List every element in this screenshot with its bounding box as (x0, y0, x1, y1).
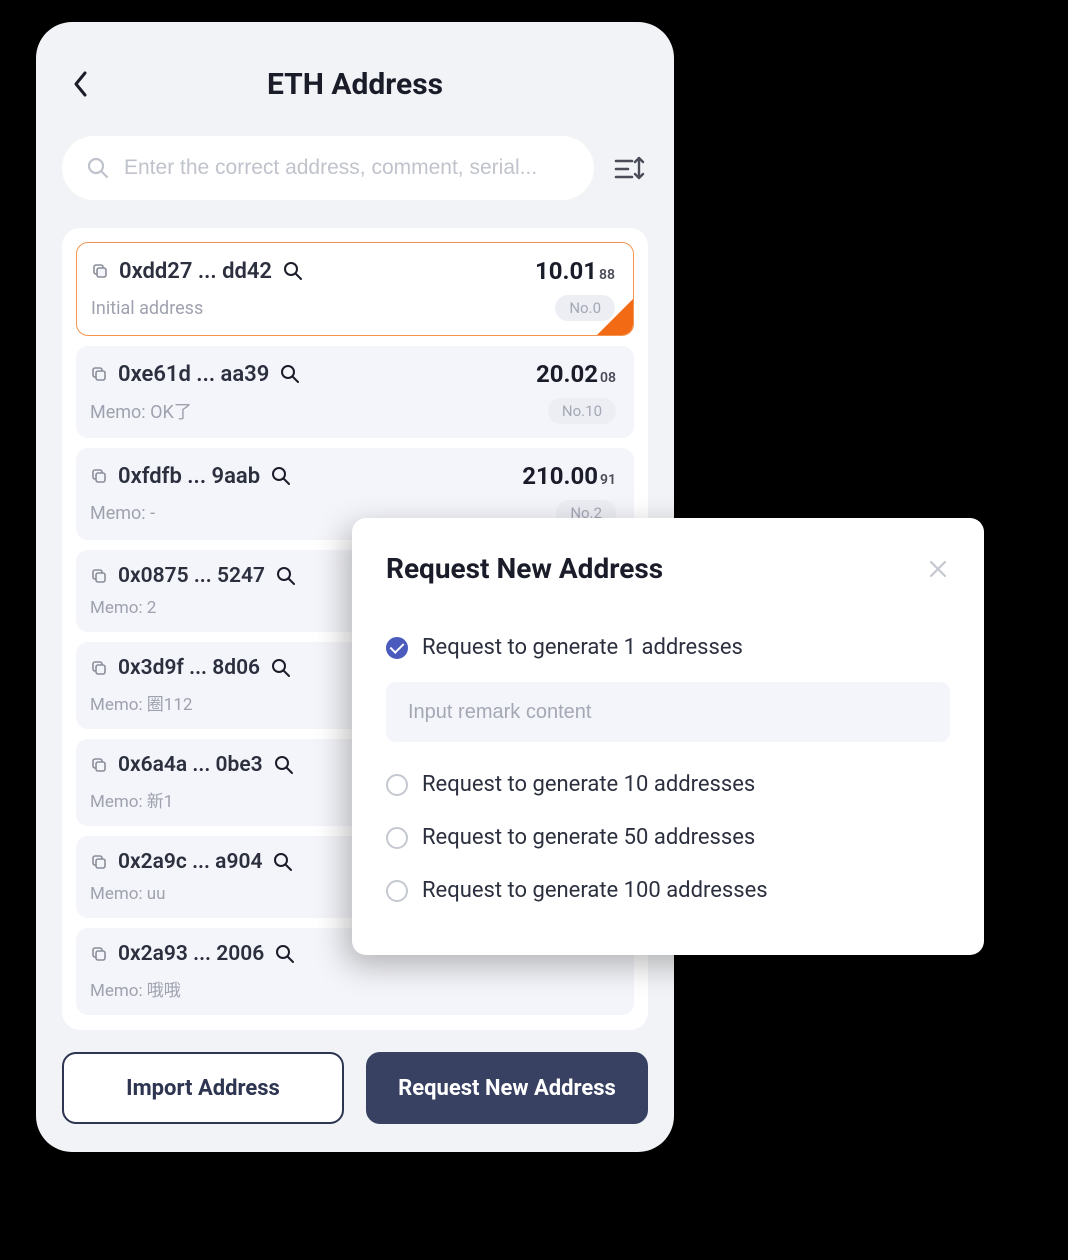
address-card[interactable]: 0xe61d ... aa39 20.0208 Memo: OK了 No.10 (76, 346, 634, 438)
memo-text: Memo: 圈112 (90, 690, 192, 715)
modal-title: Request New Address (386, 552, 663, 585)
chevron-left-icon (73, 71, 89, 97)
copy-icon[interactable] (90, 945, 108, 963)
magnify-icon[interactable] (270, 465, 292, 487)
copy-icon[interactable] (90, 365, 108, 383)
memo-text: Memo: uu (90, 884, 166, 904)
radio-icon (386, 637, 408, 659)
option-generate-100[interactable]: Request to generate 100 addresses (386, 864, 950, 917)
page-title: ETH Address (267, 67, 443, 102)
balance: 10.0188 (535, 257, 615, 285)
import-address-button[interactable]: Import Address (62, 1052, 344, 1124)
close-button[interactable] (926, 557, 950, 581)
close-icon (928, 559, 948, 579)
memo-text: Memo: - (90, 503, 155, 524)
sort-button[interactable] (612, 150, 648, 186)
magnify-icon[interactable] (282, 260, 304, 282)
copy-icon[interactable] (90, 659, 108, 677)
back-button[interactable] (70, 73, 92, 95)
address-text: 0x3d9f ... 8d06 (118, 656, 260, 680)
index-badge: No.10 (548, 398, 616, 424)
address-card[interactable]: 0xdd27 ... dd42 10.0188 Initial address … (76, 242, 634, 336)
option-label: Request to generate 100 addresses (422, 878, 768, 903)
balance: 210.0091 (522, 462, 616, 490)
request-address-modal: Request New Address Request to generate … (352, 518, 984, 955)
option-generate-10[interactable]: Request to generate 10 addresses (386, 758, 950, 811)
option-label: Request to generate 10 addresses (422, 772, 755, 797)
address-text: 0x0875 ... 5247 (118, 564, 265, 588)
copy-icon[interactable] (90, 756, 108, 774)
address-text: 0xfdfb ... 9aab (118, 464, 260, 489)
balance: 20.0208 (536, 360, 616, 388)
search-box[interactable] (62, 136, 594, 200)
copy-icon[interactable] (90, 567, 108, 585)
address-text: 0xe61d ... aa39 (118, 362, 269, 387)
magnify-icon[interactable] (279, 363, 301, 385)
copy-icon[interactable] (90, 853, 108, 871)
memo-text: Memo: 哦哦 (90, 976, 181, 1001)
magnify-icon[interactable] (274, 943, 296, 965)
address-text: 0x2a93 ... 2006 (118, 942, 264, 966)
selected-corner-icon (597, 299, 633, 335)
magnify-icon[interactable] (275, 565, 297, 587)
radio-icon (386, 827, 408, 849)
magnify-icon[interactable] (270, 657, 292, 679)
option-label: Request to generate 50 addresses (422, 825, 755, 850)
search-row (62, 136, 648, 200)
option-generate-1[interactable]: Request to generate 1 addresses (386, 621, 950, 674)
memo-text: Memo: 新1 (90, 787, 173, 812)
radio-icon (386, 774, 408, 796)
search-input[interactable] (124, 156, 570, 180)
magnify-icon[interactable] (272, 851, 294, 873)
memo-text: Initial address (91, 298, 203, 319)
radio-icon (386, 880, 408, 902)
copy-icon[interactable] (91, 262, 109, 280)
request-new-address-button[interactable]: Request New Address (366, 1052, 648, 1124)
option-label: Request to generate 1 addresses (422, 635, 743, 660)
header: ETH Address (62, 56, 648, 112)
copy-icon[interactable] (90, 467, 108, 485)
option-generate-50[interactable]: Request to generate 50 addresses (386, 811, 950, 864)
address-text: 0xdd27 ... dd42 (119, 259, 272, 284)
sort-icon (614, 154, 646, 182)
address-text: 0x2a9c ... a904 (118, 850, 262, 874)
memo-text: Memo: OK了 (90, 398, 192, 424)
magnify-icon[interactable] (273, 754, 295, 776)
address-text: 0x6a4a ... 0be3 (118, 753, 263, 777)
search-icon (86, 156, 110, 180)
memo-text: Memo: 2 (90, 598, 156, 618)
remark-input[interactable] (386, 682, 950, 742)
footer: Import Address Request New Address (62, 1052, 648, 1124)
